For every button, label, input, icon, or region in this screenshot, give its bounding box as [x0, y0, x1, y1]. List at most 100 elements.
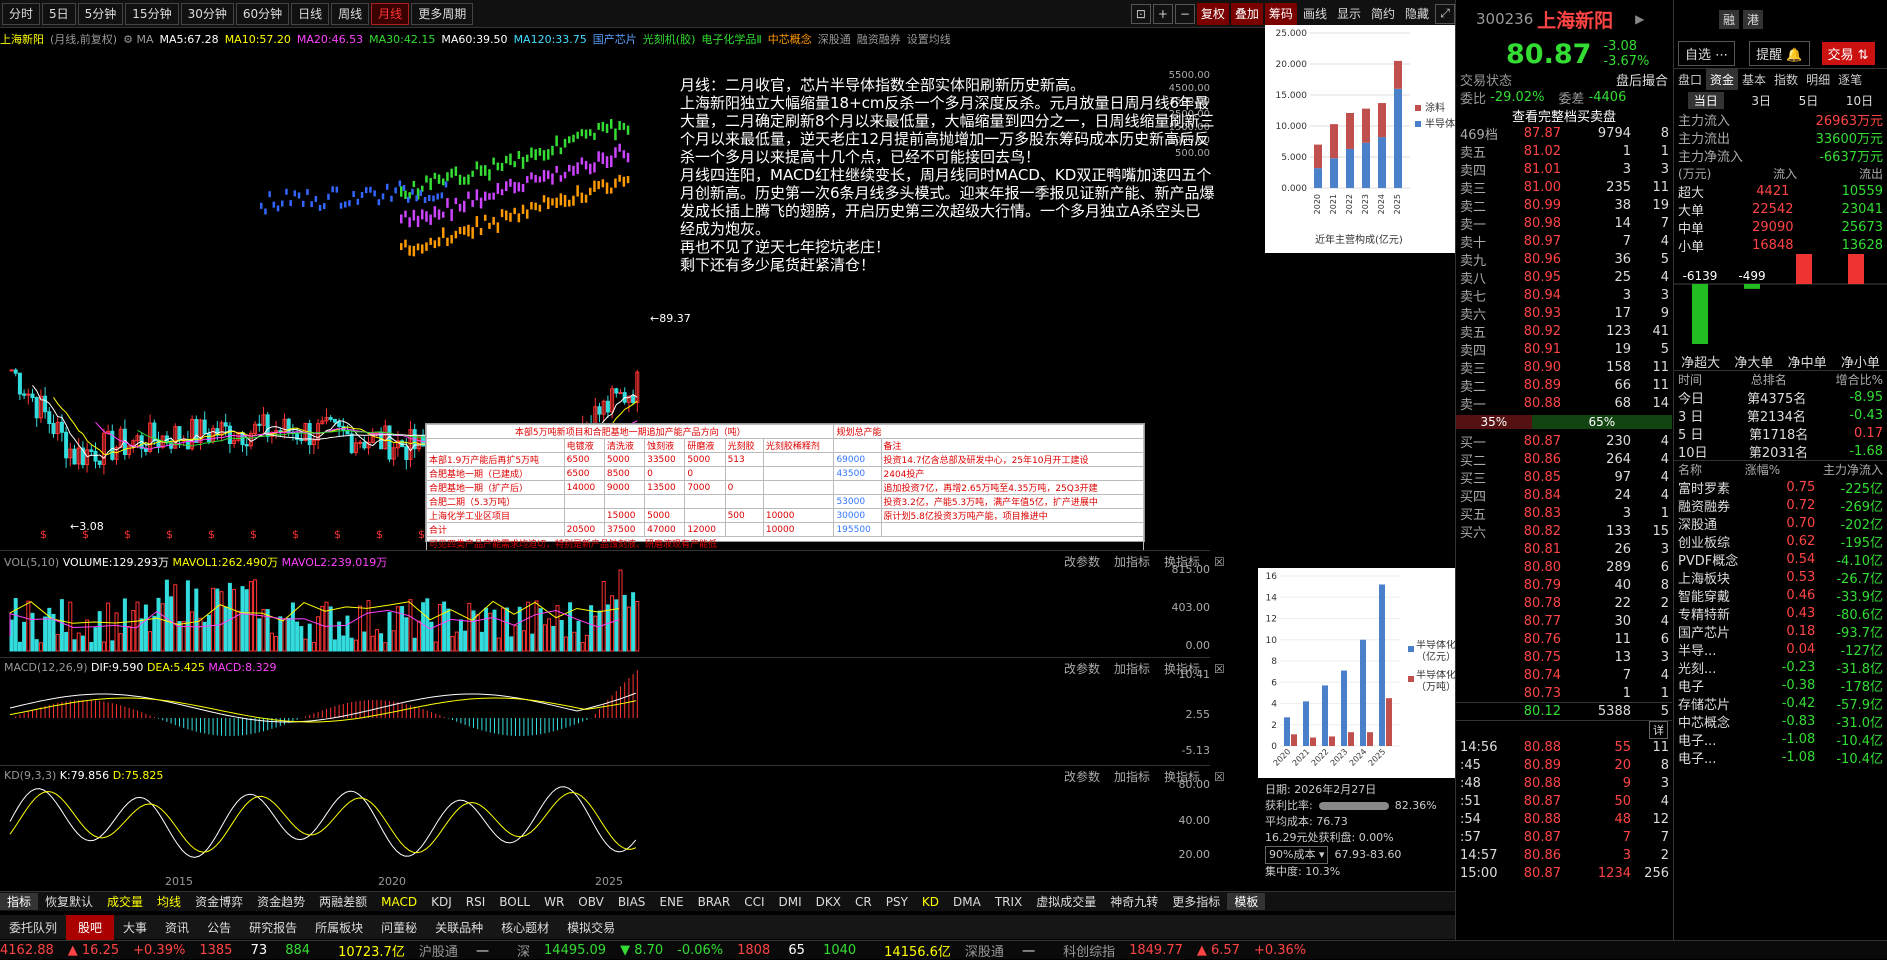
watchlist-select[interactable]: 自选 ⋯	[1678, 40, 1736, 66]
indicator-tab[interactable]: RSI	[459, 895, 493, 909]
fund-subtab[interactable]: 3日	[1751, 92, 1771, 109]
sector-row[interactable]: 融资融券 0.72 -269亿	[1674, 496, 1887, 515]
indicator-tab[interactable]: DMA	[946, 895, 988, 909]
bottom-tab[interactable]: 所属板块	[306, 919, 372, 936]
draw-line-button[interactable]: 画线	[1299, 3, 1331, 25]
indicator-tab[interactable]: TRIX	[988, 895, 1029, 909]
sh-index[interactable]: 4162.88	[0, 943, 54, 958]
indicator-tab[interactable]: ENE	[652, 895, 690, 909]
remind-button[interactable]: 提醒 🔔	[1749, 40, 1810, 66]
indicator-tab[interactable]: CCI	[737, 895, 771, 909]
period-tab[interactable]: 分时	[2, 2, 41, 25]
bottom-tab[interactable]: 模拟交易	[558, 919, 624, 936]
bottom-tab[interactable]: 核心题材	[492, 919, 558, 936]
indicator-tab[interactable]: CR	[848, 895, 879, 909]
fullscreen-icon[interactable]: ⤢	[1435, 3, 1455, 24]
indicator-tab[interactable]: WR	[537, 895, 571, 909]
indicator-tab[interactable]: 资金趋势	[250, 893, 312, 910]
period-tab[interactable]: 30分钟	[180, 2, 234, 25]
fund-subtab[interactable]: 10日	[1846, 92, 1873, 109]
fund-subtab[interactable]: 5日	[1799, 92, 1819, 109]
fund-tab[interactable]: 资金	[1706, 69, 1739, 90]
bottom-tab[interactable]: 大事	[114, 919, 156, 936]
kc-index[interactable]: 1849.77	[1129, 943, 1183, 958]
fund-tab[interactable]: 指数	[1770, 69, 1802, 90]
view-full-book[interactable]: 查看完整档买卖盘	[1456, 106, 1672, 125]
overlay-button[interactable]: 叠加	[1230, 2, 1263, 25]
link-margin[interactable]: 融资融券	[857, 31, 901, 47]
sector-row[interactable]: 电子 -0.38 -178亿	[1674, 676, 1887, 695]
period-tab[interactable]: 日线	[291, 2, 330, 25]
bottom-tab[interactable]: 问董秘	[372, 919, 426, 936]
zoom-out-icon[interactable]: −	[1174, 3, 1195, 24]
bottom-tab[interactable]: 股吧	[66, 914, 115, 940]
indicator-tab[interactable]: KD	[915, 895, 946, 909]
display-button[interactable]: 显示	[1333, 3, 1365, 25]
period-tab[interactable]: 5日	[42, 2, 76, 25]
tag-lithography[interactable]: 光刻机(胶)	[643, 31, 696, 47]
indicator-tab[interactable]: 虚拟成交量	[1029, 893, 1103, 910]
sector-row[interactable]: 创业板综 0.62 -195亿	[1674, 532, 1887, 551]
trade-button[interactable]: 交易 ⇅	[1821, 41, 1875, 65]
sz-index[interactable]: 14495.09	[544, 943, 606, 958]
bottom-tab[interactable]: 公告	[198, 919, 240, 936]
indicator-tab[interactable]: KDJ	[424, 895, 459, 909]
tag-electronic-chem[interactable]: 电子化学品Ⅱ	[701, 31, 761, 47]
sector-row[interactable]: 半导... 0.04 -127亿	[1674, 640, 1887, 659]
sector-row[interactable]: 中芯概念 -0.83 -31.0亿	[1674, 712, 1887, 731]
link-sgt[interactable]: 深股通	[818, 31, 851, 47]
indicator-tab[interactable]: 两融差额	[312, 893, 374, 910]
sector-row[interactable]: 上海板块 0.53 -26.7亿	[1674, 568, 1887, 587]
sector-row[interactable]: PVDF概念 0.54 -4.10亿	[1674, 550, 1887, 569]
close-icon[interactable]: ☒	[1214, 662, 1225, 676]
volume-panel[interactable]: VOL(5,10) VOLUME:129.293万 MAVOL1:262.490…	[0, 550, 1225, 657]
tag-smic[interactable]: 中芯概念	[768, 31, 812, 47]
settings-icon[interactable]: ⚙ MA	[123, 33, 153, 46]
fund-tab[interactable]: 明细	[1802, 69, 1834, 90]
adjust-button[interactable]: 复权	[1196, 2, 1229, 25]
period-tab[interactable]: 60分钟	[235, 2, 290, 25]
indicator-tab[interactable]: 模板	[1227, 893, 1266, 910]
sector-row[interactable]: 智能穿戴 0.46 -33.9亿	[1674, 586, 1887, 605]
ticks-detail-button[interactable]: 详	[1649, 720, 1668, 739]
period-tab[interactable]: 周线	[331, 2, 370, 25]
hide-button[interactable]: 隐藏	[1401, 3, 1433, 25]
bottom-tab[interactable]: 研究报告	[240, 919, 306, 936]
sector-row[interactable]: 深股通 0.70 -202亿	[1674, 514, 1887, 533]
fund-tab[interactable]: 基本	[1738, 69, 1770, 90]
indicator-tab[interactable]: MACD	[374, 895, 424, 909]
period-tab[interactable]: 5分钟	[77, 2, 124, 25]
fund-subtab[interactable]: 当日	[1687, 91, 1724, 109]
indicator-tab[interactable]: 更多指标	[1165, 893, 1227, 910]
chips-button[interactable]: 筹码	[1264, 2, 1297, 25]
sector-row[interactable]: 存储芯片 -0.42 -57.9亿	[1674, 694, 1887, 713]
indicator-tab[interactable]: 指标	[0, 893, 39, 910]
indicator-tab[interactable]: 恢复默认	[38, 893, 100, 910]
sector-row[interactable]: 富时罗素 0.75 -225亿	[1674, 478, 1887, 497]
close-icon[interactable]: ☒	[1214, 770, 1225, 784]
indicator-tab[interactable]: 资金博弈	[188, 893, 250, 910]
fund-tab[interactable]: 盘口	[1674, 69, 1706, 90]
bottom-tab[interactable]: 关联品种	[426, 919, 492, 936]
indicator-tab[interactable]: PSY	[879, 895, 915, 909]
period-tab[interactable]: 更多周期	[411, 2, 474, 25]
sector-row[interactable]: 光刻... -0.23 -31.8亿	[1674, 658, 1887, 677]
simple-button[interactable]: 简约	[1367, 3, 1399, 25]
indicator-tab[interactable]: 均线	[150, 893, 188, 910]
fund-tab[interactable]: 逐笔	[1834, 69, 1866, 90]
indicator-tab[interactable]: 成交量	[100, 893, 150, 910]
sector-row[interactable]: 电子... -1.08 -10.4亿	[1674, 730, 1887, 749]
next-stock-icon[interactable]: ▶	[1635, 12, 1644, 26]
indicator-tab[interactable]: BIAS	[611, 895, 653, 909]
close-icon[interactable]: ☒	[1214, 555, 1225, 569]
indicator-tab[interactable]: DKX	[809, 895, 848, 909]
zoom-in-icon[interactable]: +	[1152, 3, 1173, 24]
lock-icon[interactable]: ⊡	[1130, 3, 1151, 24]
bottom-tab[interactable]: 委托队列	[0, 919, 66, 936]
kd-panel[interactable]: KD(9,3,3) K:79.856 D:75.825 改参数 加指标 换指标 ☒ 8…	[0, 765, 1225, 875]
indicator-tab[interactable]: DMI	[772, 895, 809, 909]
period-tab[interactable]: 15分钟	[125, 2, 179, 25]
sector-row[interactable]: 电子... -1.08 -10.4亿	[1674, 748, 1887, 767]
tag-domestic-chip[interactable]: 国产芯片	[593, 31, 637, 47]
bottom-tab[interactable]: 资讯	[156, 919, 198, 936]
